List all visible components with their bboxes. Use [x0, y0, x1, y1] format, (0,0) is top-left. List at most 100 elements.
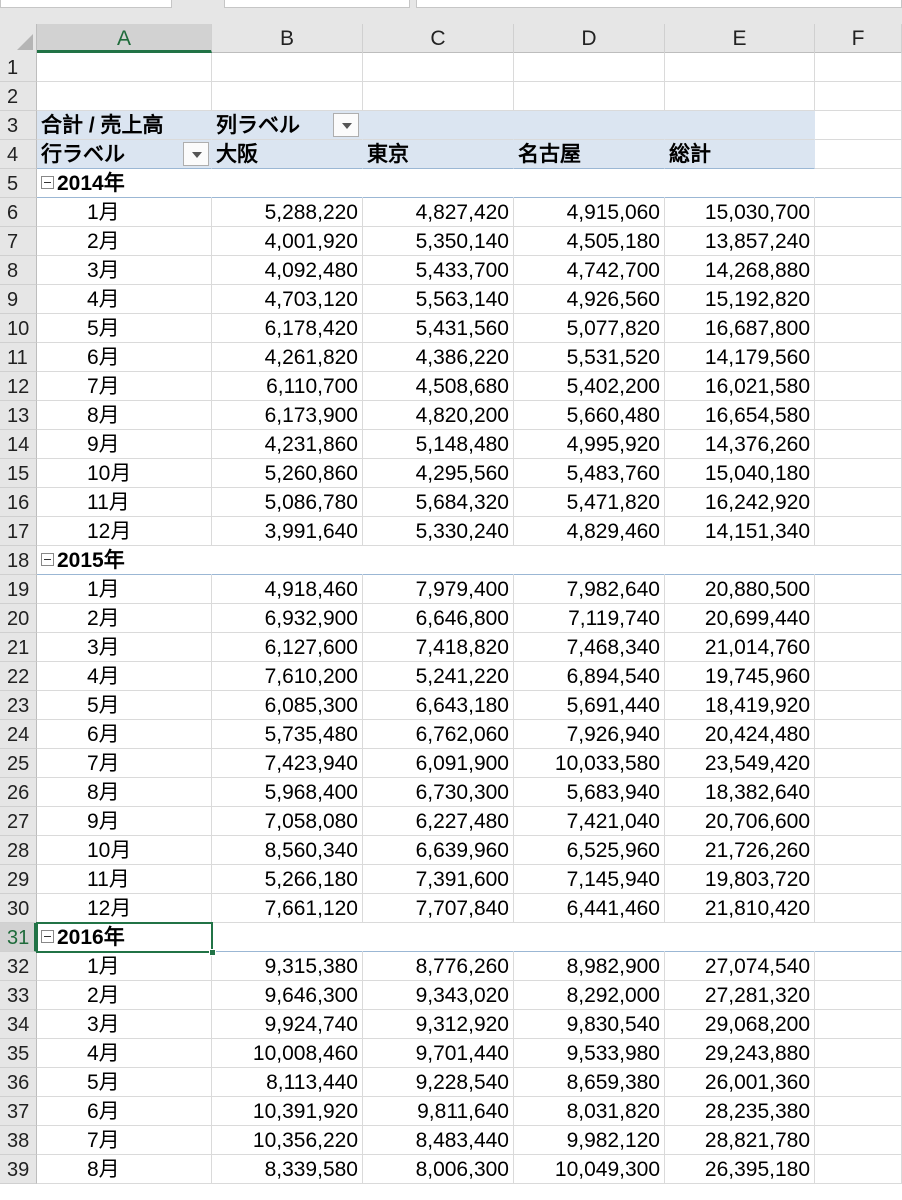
cell-d32[interactable]: 8,982,900 — [514, 952, 665, 981]
cell-b4[interactable]: 大阪 — [212, 140, 363, 169]
cell-d22[interactable]: 6,894,540 — [514, 662, 665, 691]
cell-d21[interactable]: 7,468,340 — [514, 633, 665, 662]
row-header-17[interactable]: 17 — [0, 517, 37, 546]
row-header-6[interactable]: 6 — [0, 198, 37, 227]
cell-e5[interactable] — [665, 169, 815, 198]
toolbar-control-edge[interactable] — [224, 0, 410, 8]
cell-c14[interactable]: 5,148,480 — [363, 430, 514, 459]
cell-c29[interactable]: 7,391,600 — [363, 865, 514, 894]
cell-c34[interactable]: 9,312,920 — [363, 1010, 514, 1039]
cell-a8[interactable]: 3月 — [37, 256, 212, 285]
cell-c12[interactable]: 4,508,680 — [363, 372, 514, 401]
cell-c19[interactable]: 7,979,400 — [363, 575, 514, 604]
cell-a13[interactable]: 8月 — [37, 401, 212, 430]
cell-c3[interactable] — [363, 111, 514, 140]
cell-f13[interactable] — [815, 401, 902, 430]
cell-a29[interactable]: 11月 — [37, 865, 212, 894]
collapse-minus-icon[interactable] — [41, 176, 54, 190]
row-header-2[interactable]: 2 — [0, 82, 37, 111]
cell-d35[interactable]: 9,533,980 — [514, 1039, 665, 1068]
cell-b2[interactable] — [212, 82, 363, 111]
cell-d8[interactable]: 4,742,700 — [514, 256, 665, 285]
cell-f3[interactable] — [815, 111, 902, 140]
cell-b32[interactable]: 9,315,380 — [212, 952, 363, 981]
cell-c35[interactable]: 9,701,440 — [363, 1039, 514, 1068]
cell-a12[interactable]: 7月 — [37, 372, 212, 401]
cell-e34[interactable]: 29,068,200 — [665, 1010, 815, 1039]
cell-e20[interactable]: 20,699,440 — [665, 604, 815, 633]
cell-a17[interactable]: 12月 — [37, 517, 212, 546]
row-header-12[interactable]: 12 — [0, 372, 37, 401]
cell-c17[interactable]: 5,330,240 — [363, 517, 514, 546]
cell-c1[interactable] — [363, 53, 514, 82]
cell-d9[interactable]: 4,926,560 — [514, 285, 665, 314]
cell-b10[interactable]: 6,178,420 — [212, 314, 363, 343]
row-header-24[interactable]: 24 — [0, 720, 37, 749]
cell-d10[interactable]: 5,077,820 — [514, 314, 665, 343]
cell-a34[interactable]: 3月 — [37, 1010, 212, 1039]
cell-b19[interactable]: 4,918,460 — [212, 575, 363, 604]
cell-e28[interactable]: 21,726,260 — [665, 836, 815, 865]
cell-e17[interactable]: 14,151,340 — [665, 517, 815, 546]
cell-f21[interactable] — [815, 633, 902, 662]
spreadsheet-grid[interactable]: ABCDEF 1 2 3 合計 / 売上高 列ラベル 4 行ラベル 大阪 東京 名古屋 総計 5 201… — [0, 24, 902, 1200]
cell-f23[interactable] — [815, 691, 902, 720]
cell-b9[interactable]: 4,703,120 — [212, 285, 363, 314]
collapse-minus-icon[interactable] — [41, 930, 54, 944]
cell-c11[interactable]: 4,386,220 — [363, 343, 514, 372]
cell-e23[interactable]: 18,419,920 — [665, 691, 815, 720]
cell-a16[interactable]: 11月 — [37, 488, 212, 517]
column-header-c[interactable]: C — [363, 24, 514, 53]
cell-c22[interactable]: 5,241,220 — [363, 662, 514, 691]
cell-b13[interactable]: 6,173,900 — [212, 401, 363, 430]
row-header-25[interactable]: 25 — [0, 749, 37, 778]
column-header-e[interactable]: E — [665, 24, 815, 53]
row-header-14[interactable]: 14 — [0, 430, 37, 459]
cell-a35[interactable]: 4月 — [37, 1039, 212, 1068]
cell-d18[interactable] — [514, 546, 665, 575]
cell-d17[interactable]: 4,829,460 — [514, 517, 665, 546]
cell-c15[interactable]: 4,295,560 — [363, 459, 514, 488]
row-header-7[interactable]: 7 — [0, 227, 37, 256]
cell-d24[interactable]: 7,926,940 — [514, 720, 665, 749]
cell-a28[interactable]: 10月 — [37, 836, 212, 865]
cell-e15[interactable]: 15,040,180 — [665, 459, 815, 488]
column-header-f[interactable]: F — [815, 24, 902, 53]
row-header-38[interactable]: 38 — [0, 1126, 37, 1155]
row-header-21[interactable]: 21 — [0, 633, 37, 662]
cell-c21[interactable]: 7,418,820 — [363, 633, 514, 662]
cell-d1[interactable] — [514, 53, 665, 82]
cell-d15[interactable]: 5,483,760 — [514, 459, 665, 488]
row-header-23[interactable]: 23 — [0, 691, 37, 720]
cell-f39[interactable] — [815, 1155, 902, 1184]
row-header-4[interactable]: 4 — [0, 140, 37, 169]
cell-f16[interactable] — [815, 488, 902, 517]
row-header-33[interactable]: 33 — [0, 981, 37, 1010]
cell-e33[interactable]: 27,281,320 — [665, 981, 815, 1010]
cell-f22[interactable] — [815, 662, 902, 691]
cell-e2[interactable] — [665, 82, 815, 111]
cell-d37[interactable]: 8,031,820 — [514, 1097, 665, 1126]
cell-a2[interactable] — [37, 82, 212, 111]
cell-b15[interactable]: 5,260,860 — [212, 459, 363, 488]
row-header-35[interactable]: 35 — [0, 1039, 37, 1068]
row-header-18[interactable]: 18 — [0, 546, 37, 575]
row-header-29[interactable]: 29 — [0, 865, 37, 894]
cell-d27[interactable]: 7,421,040 — [514, 807, 665, 836]
cell-e12[interactable]: 16,021,580 — [665, 372, 815, 401]
cell-d19[interactable]: 7,982,640 — [514, 575, 665, 604]
cell-d30[interactable]: 6,441,460 — [514, 894, 665, 923]
cell-f6[interactable] — [815, 198, 902, 227]
row-header-20[interactable]: 20 — [0, 604, 37, 633]
cell-e39[interactable]: 26,395,180 — [665, 1155, 815, 1184]
cell-d13[interactable]: 5,660,480 — [514, 401, 665, 430]
cell-a32[interactable]: 1月 — [37, 952, 212, 981]
cell-e27[interactable]: 20,706,600 — [665, 807, 815, 836]
cell-f7[interactable] — [815, 227, 902, 256]
cell-e37[interactable]: 28,235,380 — [665, 1097, 815, 1126]
cell-f12[interactable] — [815, 372, 902, 401]
cell-b31[interactable] — [212, 923, 363, 952]
cell-d34[interactable]: 9,830,540 — [514, 1010, 665, 1039]
cell-f38[interactable] — [815, 1126, 902, 1155]
row-header-11[interactable]: 11 — [0, 343, 37, 372]
